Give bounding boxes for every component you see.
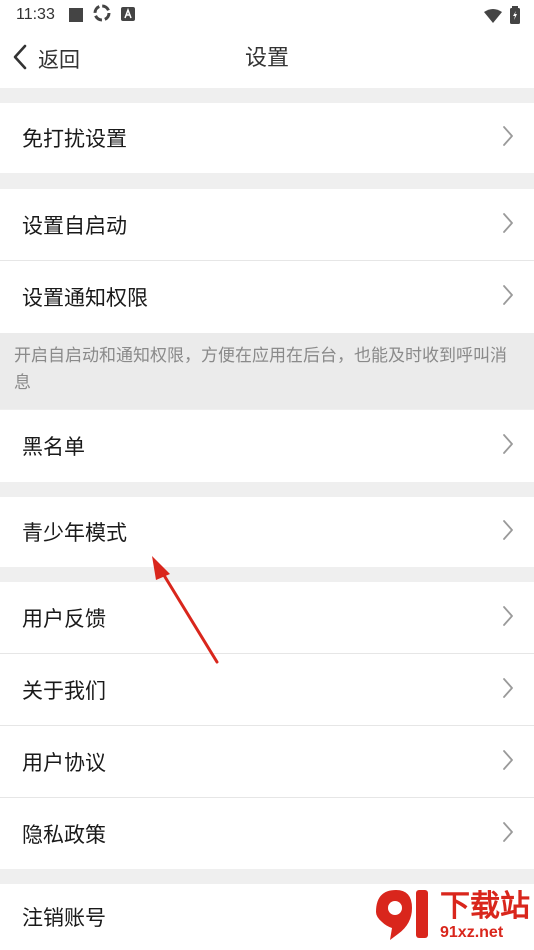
chevron-right-icon [502,433,514,459]
chevron-right-icon [502,519,514,545]
app-a-icon [120,6,135,25]
row-label: 关于我们 [22,678,106,703]
row-label: 设置通知权限 [22,286,148,310]
nav-bar: 返回 设置 [0,30,534,88]
row-label: 设置自启动 [22,213,127,238]
row-user-agreement[interactable]: 用户协议 [0,726,534,797]
chevron-right-icon [502,749,514,775]
chevron-right-icon [502,212,514,238]
chevron-right-icon [502,284,514,310]
row-notification-permission[interactable]: 设置通知权限 [0,261,534,333]
row-autostart[interactable]: 设置自启动 [0,189,534,260]
row-label: 青少年模式 [22,521,127,545]
row-blacklist[interactable]: 黑名单 [0,410,534,482]
row-about-us[interactable]: 关于我们 [0,654,534,725]
status-time: 11:33 [16,6,55,23]
watermark-url: 91xz.net [440,924,504,941]
site-logo-icon [368,884,438,948]
row-teen-mode[interactable]: 青少年模式 [0,497,534,567]
watermark-logo: 下载站 91xz.net [368,884,530,948]
row-feedback[interactable]: 用户反馈 [0,582,534,653]
row-privacy-policy[interactable]: 隐私政策 [0,798,534,869]
row-label: 黑名单 [22,435,85,459]
watermark-title: 下载站 [440,889,530,924]
chevron-right-icon [502,821,514,847]
permission-note: 开启自启动和通知权限，方便在应用在后台，也能及时收到呼叫消息 [0,333,534,409]
row-label: 注销账号 [22,906,106,930]
permission-note-text: 开启自启动和通知权限，方便在应用在后台，也能及时收到呼叫消息 [14,346,507,393]
page-title: 设置 [244,46,289,71]
row-do-not-disturb[interactable]: 免打扰设置 [0,103,534,173]
row-label: 隐私政策 [22,822,106,847]
status-bar: 11:33 [0,0,534,30]
chevron-right-icon [502,605,514,631]
sync-icon [93,4,111,26]
row-label: 用户反馈 [22,606,106,631]
row-label: 免打扰设置 [22,127,127,151]
row-label: 用户协议 [22,750,106,775]
wifi-icon [484,8,502,27]
chevron-right-icon [502,677,514,703]
notification-square-icon [68,8,83,22]
chevron-right-icon [502,125,514,151]
battery-icon [510,6,520,28]
